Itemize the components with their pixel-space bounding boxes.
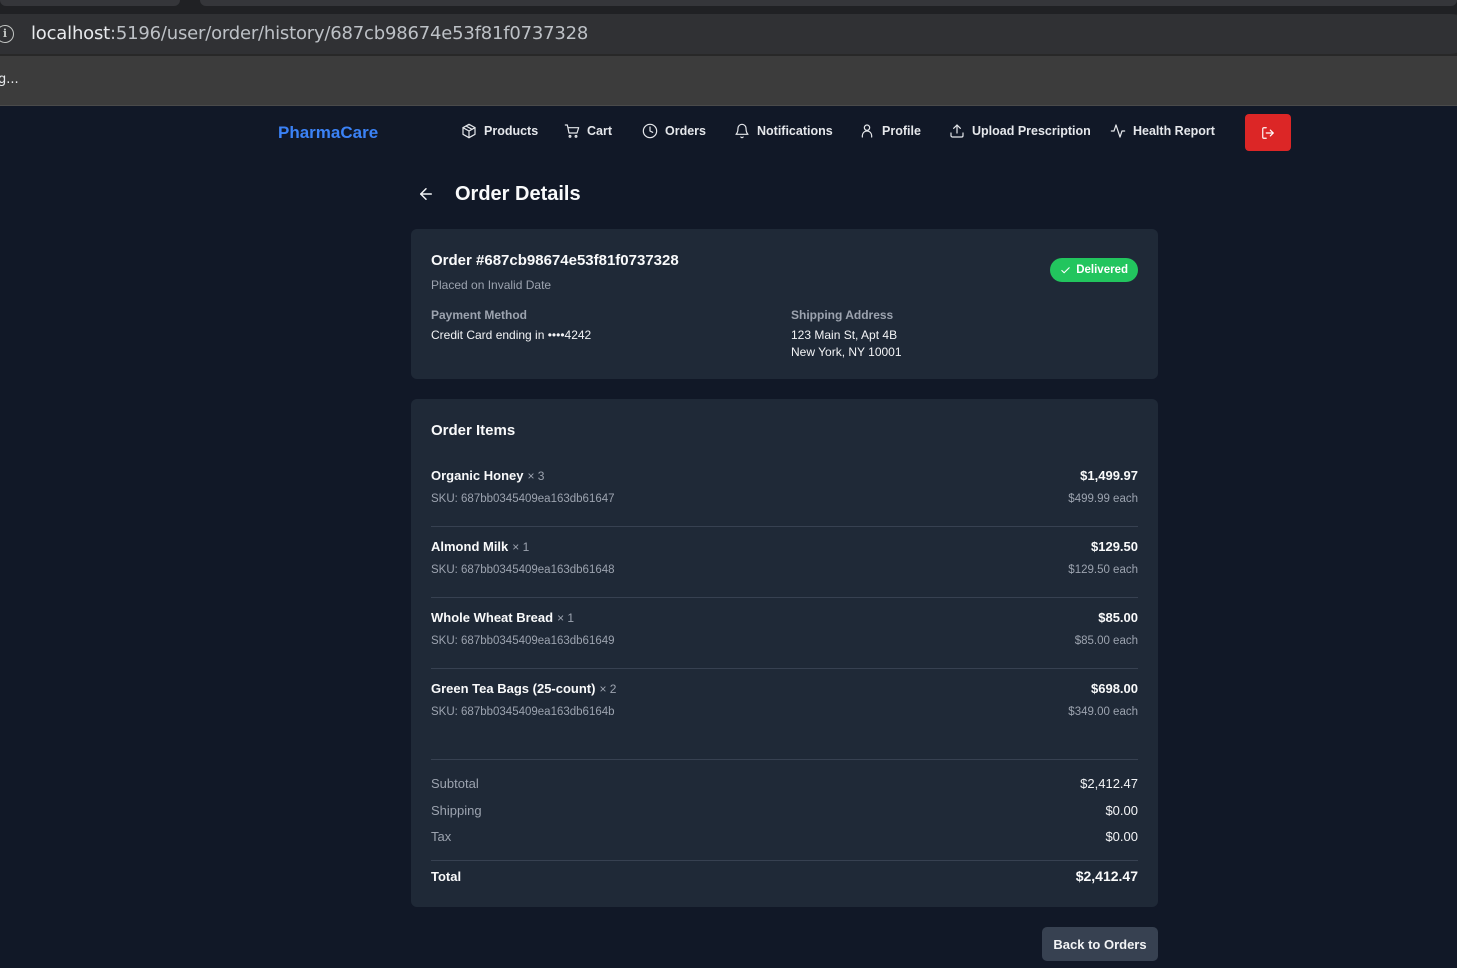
item-name-wrap: Organic Honey × 3 [431, 468, 544, 483]
cart-icon [564, 124, 580, 138]
upload-icon [950, 124, 964, 138]
item-name: Green Tea Bags (25-count) [431, 681, 596, 696]
browser-tab-active[interactable] [200, 0, 1457, 6]
subtotal-value: $2,412.47 [1080, 776, 1138, 791]
item-unit-price: $349.00 each [1068, 706, 1138, 718]
check-icon [1061, 266, 1070, 273]
nav-profile-label: Profile [882, 124, 921, 138]
total-value: $2,412.47 [1075, 868, 1138, 884]
item-total: $129.50 [1091, 539, 1138, 554]
nav-notifications[interactable]: Notifications [734, 123, 833, 139]
status-badge: Delivered [1050, 258, 1138, 282]
logout-icon [1262, 126, 1274, 139]
nav-orders-label: Orders [665, 124, 706, 138]
nav-upload-prescription-label: Upload Prescription [972, 124, 1091, 138]
order-items-title: Order Items [431, 422, 516, 439]
nav-orders[interactable]: Orders [642, 123, 706, 139]
item-total: $1,499.97 [1080, 468, 1138, 483]
browser-tab-strip [0, 0, 1457, 14]
shipping-address-label: Shipping Address [791, 308, 894, 322]
order-id: Order #687cb98674e53f81f0737328 [431, 252, 679, 269]
back-to-orders-button[interactable]: Back to Orders [1042, 927, 1158, 961]
item-sku: SKU: 687bb0345409ea163db61649 [431, 635, 615, 647]
nav-cart[interactable]: Cart [564, 123, 612, 139]
item-name-wrap: Whole Wheat Bread × 1 [431, 610, 574, 625]
item-name: Whole Wheat Bread [431, 610, 554, 625]
total-divider [431, 860, 1138, 861]
page-title: Order Details [455, 183, 581, 205]
item-sku: SKU: 687bb0345409ea163db61647 [431, 493, 615, 505]
tax-value: $0.00 [1105, 829, 1138, 844]
tax-label: Tax [431, 829, 452, 844]
browser-status-bar: g... [0, 56, 1457, 106]
nav-products-label: Products [484, 124, 539, 138]
order-item-row: Whole Wheat Bread × 1 SKU: 687bb0345409ea… [431, 598, 1138, 669]
bell-icon [735, 123, 749, 139]
app-navbar: PharmaCare Products Cart Orders Notifica… [0, 106, 1457, 160]
item-quantity: × 3 [527, 469, 545, 483]
order-item-row: Organic Honey × 3 SKU: 687bb0345409ea163d… [431, 456, 1138, 527]
package-icon [462, 123, 476, 139]
total-label: Total [431, 869, 462, 884]
item-name-wrap: Almond Milk × 1 [431, 539, 529, 554]
activity-icon [1110, 124, 1126, 138]
nav-notifications-label: Notifications [757, 124, 833, 138]
status-label: Delivered [1076, 264, 1128, 276]
shipping-value: $0.00 [1105, 803, 1138, 818]
nav-profile[interactable]: Profile [859, 123, 921, 139]
url-path: :5196/user/order/history/687cb98674e53f8… [110, 23, 589, 44]
arrow-left-icon [420, 188, 432, 200]
nav-health-report[interactable]: Health Report [1110, 123, 1215, 139]
payment-method-value: Credit Card ending in ••••4242 [431, 328, 592, 342]
subtotal-label: Subtotal [431, 776, 479, 791]
nav-upload-prescription[interactable]: Upload Prescription [949, 123, 1091, 139]
item-total: $85.00 [1098, 610, 1138, 625]
item-unit-price: $129.50 each [1068, 564, 1138, 576]
clock-icon [642, 123, 658, 139]
item-quantity: × 1 [512, 540, 530, 554]
back-arrow-button[interactable] [417, 185, 435, 203]
order-item-row: Almond Milk × 1 SKU: 687bb0345409ea163db6… [431, 527, 1138, 598]
loading-text: g... [0, 72, 19, 87]
shipping-address-line1: 123 Main St, Apt 4B [791, 328, 898, 342]
order-placed-date: Placed on Invalid Date [431, 278, 552, 292]
logout-button[interactable] [1245, 114, 1291, 151]
item-sku: SKU: 687bb0345409ea163db61648 [431, 564, 615, 576]
order-item-row: Green Tea Bags (25-count) × 2 SKU: 687bb0… [431, 669, 1138, 740]
item-name: Organic Honey [431, 468, 524, 483]
totals-divider [431, 759, 1138, 760]
nav-products[interactable]: Products [461, 123, 538, 139]
item-quantity: × 1 [557, 611, 575, 625]
browser-tab[interactable] [0, 0, 180, 6]
item-name-wrap: Green Tea Bags (25-count) × 2 [431, 681, 616, 696]
url-host: localhost [31, 23, 110, 44]
shipping-address-line2: New York, NY 10001 [791, 345, 902, 359]
browser-address-bar: i localhost:5196/user/order/history/687c… [0, 14, 1457, 56]
item-quantity: × 2 [599, 682, 617, 696]
brand-logo[interactable]: PharmaCare [278, 123, 378, 143]
shipping-label: Shipping [431, 803, 482, 818]
item-name: Almond Milk [431, 539, 509, 554]
item-unit-price: $499.99 each [1068, 493, 1138, 505]
nav-cart-label: Cart [587, 124, 613, 138]
payment-method-label: Payment Method [431, 308, 528, 322]
user-icon [861, 124, 873, 138]
nav-health-report-label: Health Report [1133, 124, 1215, 138]
item-unit-price: $85.00 each [1074, 635, 1138, 647]
item-total: $698.00 [1091, 681, 1138, 696]
item-sku: SKU: 687bb0345409ea163db6164b [431, 706, 615, 718]
order-items-card: Order Items Organic Honey × 3 SKU: 687bb0… [411, 399, 1158, 907]
order-summary-card: Order #687cb98674e53f81f0737328 Placed o… [411, 229, 1158, 379]
url-text[interactable]: localhost:5196/user/order/history/687cb9… [31, 23, 588, 44]
